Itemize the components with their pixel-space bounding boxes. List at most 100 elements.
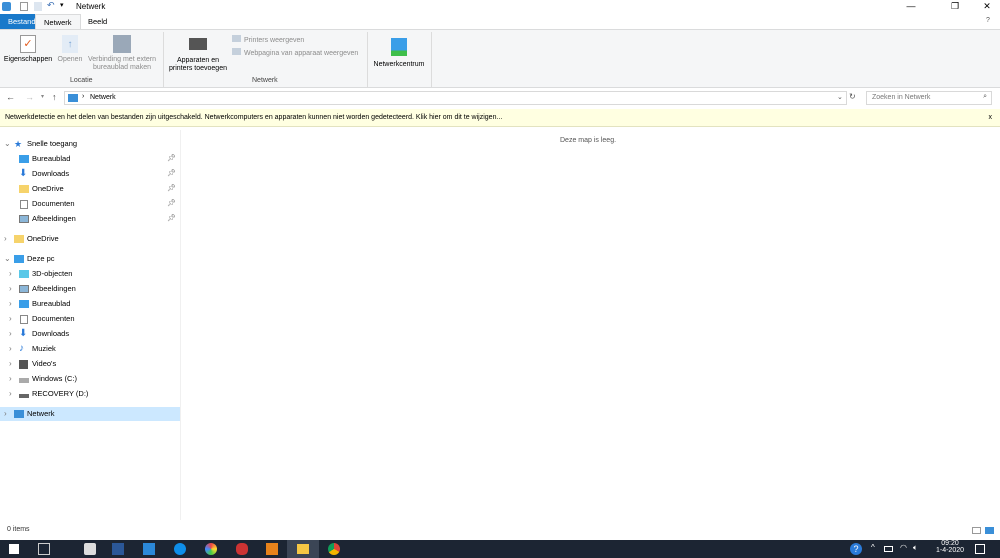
address-dropdown-icon[interactable]: ⌄: [837, 93, 843, 101]
properties-quick-icon[interactable]: [20, 2, 28, 11]
nav-onedrive[interactable]: › OneDrive: [0, 232, 180, 246]
nav-network[interactable]: › Netwerk: [0, 407, 180, 421]
nav-item-downloads[interactable]: › ⬇ Downloads: [0, 327, 180, 341]
label: Documenten: [32, 314, 75, 323]
chevron-right-icon[interactable]: ›: [9, 282, 12, 296]
nav-item-drive-c[interactable]: › Windows (C:): [0, 372, 180, 386]
pin-icon[interactable]: 📌︎: [167, 182, 176, 196]
label: Verbinding met extern: [87, 56, 157, 63]
close-button[interactable]: ✕: [972, 0, 1000, 13]
chevron-right-icon[interactable]: ›: [9, 327, 12, 341]
label: Windows (C:): [32, 374, 78, 383]
device-webpage-button[interactable]: Webpagina van apparaat weergeven: [232, 48, 358, 57]
label: Eigenschappen: [3, 56, 53, 63]
group-label-network: Netwerk: [252, 77, 278, 84]
chevron-right-icon[interactable]: ›: [9, 312, 12, 326]
empty-folder-message: Deze map is leeg.: [560, 137, 617, 144]
label: Bureaublad: [32, 299, 71, 308]
nav-item-3d[interactable]: › 3D-objecten: [0, 267, 180, 281]
photos-icon[interactable]: [205, 543, 217, 555]
clock[interactable]: 09:20 1-4-2020: [935, 540, 965, 554]
new-folder-quick-icon[interactable]: [34, 2, 42, 11]
refresh-icon[interactable]: ↻: [849, 92, 856, 101]
show-printers-button[interactable]: Printers weergeven: [232, 35, 304, 44]
properties-button[interactable]: ✓ Eigenschappen: [3, 35, 53, 64]
tab-view[interactable]: Beeld: [80, 14, 115, 29]
info-bar-close[interactable]: x: [989, 109, 993, 127]
nav-item-documents[interactable]: Documenten 📌︎: [0, 197, 180, 211]
chevron-right-icon[interactable]: ›: [9, 357, 12, 371]
nav-item-desktop[interactable]: Bureaublad 📌︎: [0, 152, 180, 166]
nav-item-music[interactable]: › ♪ Muziek: [0, 342, 180, 356]
help-tray-icon[interactable]: ?: [850, 543, 862, 555]
notifications-icon[interactable]: [975, 544, 985, 554]
file-explorer-taskbar-button[interactable]: [287, 540, 319, 558]
large-icons-view-icon[interactable]: [985, 527, 994, 534]
info-bar[interactable]: Netwerkdetectie en het delen van bestand…: [0, 109, 1000, 127]
remote-desktop-button[interactable]: Verbinding met extern bureaublad maken: [85, 35, 159, 72]
navigation-pane: ⌄ ★ Snelle toegang Bureaublad 📌︎ ⬇ Downloads…: [0, 130, 181, 520]
cube-icon: [19, 270, 29, 278]
chevron-right-icon[interactable]: ›: [9, 342, 12, 356]
label: Downloads: [32, 169, 70, 178]
minimize-button[interactable]: —: [896, 0, 926, 13]
music-icon: ♪: [19, 343, 24, 354]
chrome-icon[interactable]: [328, 543, 340, 555]
volume-icon[interactable]: 🔈︎: [913, 543, 918, 553]
nav-item-onedrive[interactable]: OneDrive 📌︎: [0, 182, 180, 196]
teamviewer-icon[interactable]: [174, 543, 186, 555]
defender-icon[interactable]: [84, 543, 96, 555]
pin-icon[interactable]: 📌︎: [167, 212, 176, 226]
computer-icon: [14, 255, 24, 263]
up-button[interactable]: ↑: [52, 92, 57, 102]
maximize-button[interactable]: ❐: [940, 0, 970, 13]
customize-toolbar-icon[interactable]: ▾: [60, 1, 64, 9]
chevron-right-icon[interactable]: ›: [9, 387, 12, 401]
nav-item-pictures[interactable]: › Afbeeldingen: [0, 282, 180, 296]
chevron-right-icon[interactable]: ›: [4, 232, 7, 246]
network-center-button[interactable]: Netwerkcentrum: [370, 38, 428, 69]
nav-this-pc[interactable]: ⌄ Deze pc: [0, 252, 180, 266]
address-bar[interactable]: › Netwerk ⌄: [64, 91, 847, 105]
help-icon[interactable]: ?: [986, 17, 990, 24]
chevron-up-icon[interactable]: ^: [871, 543, 875, 552]
wifi-icon[interactable]: ◠: [900, 543, 907, 552]
label: Documenten: [32, 199, 75, 208]
pin-icon[interactable]: 📌︎: [167, 167, 176, 181]
nav-item-downloads[interactable]: ⬇ Downloads 📌︎: [0, 167, 180, 181]
chevron-right-icon[interactable]: ›: [9, 267, 12, 281]
breadcrumb-network[interactable]: Netwerk: [90, 94, 116, 101]
open-button[interactable]: ↑ Openen: [56, 35, 84, 64]
media-player-icon[interactable]: [266, 543, 278, 555]
add-devices-button[interactable]: Apparaten en printers toevoegen: [166, 38, 230, 73]
task-view-icon[interactable]: [38, 543, 50, 555]
start-icon[interactable]: [9, 544, 19, 554]
search-input[interactable]: Zoeken in Netwerk ⌕: [866, 91, 992, 105]
drive-icon: [19, 394, 29, 398]
app-icon[interactable]: [143, 543, 155, 555]
app-icon[interactable]: [236, 543, 248, 555]
nav-item-drive-d[interactable]: › RECOVERY (D:): [0, 387, 180, 401]
nav-quick-access[interactable]: ⌄ ★ Snelle toegang: [0, 137, 180, 151]
back-button[interactable]: ←: [6, 92, 15, 102]
nav-item-videos[interactable]: › Video's: [0, 357, 180, 371]
pin-icon[interactable]: 📌︎: [167, 152, 176, 166]
chevron-right-icon[interactable]: ›: [9, 297, 12, 311]
battery-icon[interactable]: [884, 546, 893, 552]
nav-item-desktop[interactable]: › Bureaublad: [0, 297, 180, 311]
nav-item-pictures[interactable]: Afbeeldingen 📌︎: [0, 212, 180, 226]
info-bar-text[interactable]: Netwerkdetectie en het delen van bestand…: [5, 114, 502, 121]
details-view-icon[interactable]: [972, 527, 981, 534]
nav-item-documents[interactable]: › Documenten: [0, 312, 180, 326]
forward-button[interactable]: →: [25, 92, 34, 102]
chevron-down-icon[interactable]: ⌄: [4, 252, 11, 266]
undo-icon[interactable]: ↶: [47, 0, 55, 11]
chevron-right-icon[interactable]: ›: [4, 407, 7, 421]
tab-network[interactable]: Netwerk: [35, 14, 81, 30]
star-icon: ★: [14, 139, 23, 149]
chevron-right-icon[interactable]: ›: [9, 372, 12, 386]
pin-icon[interactable]: 📌︎: [167, 197, 176, 211]
recent-locations-button[interactable]: ▾: [41, 93, 44, 100]
chevron-down-icon[interactable]: ⌄: [4, 137, 11, 151]
word-icon[interactable]: [112, 543, 124, 555]
